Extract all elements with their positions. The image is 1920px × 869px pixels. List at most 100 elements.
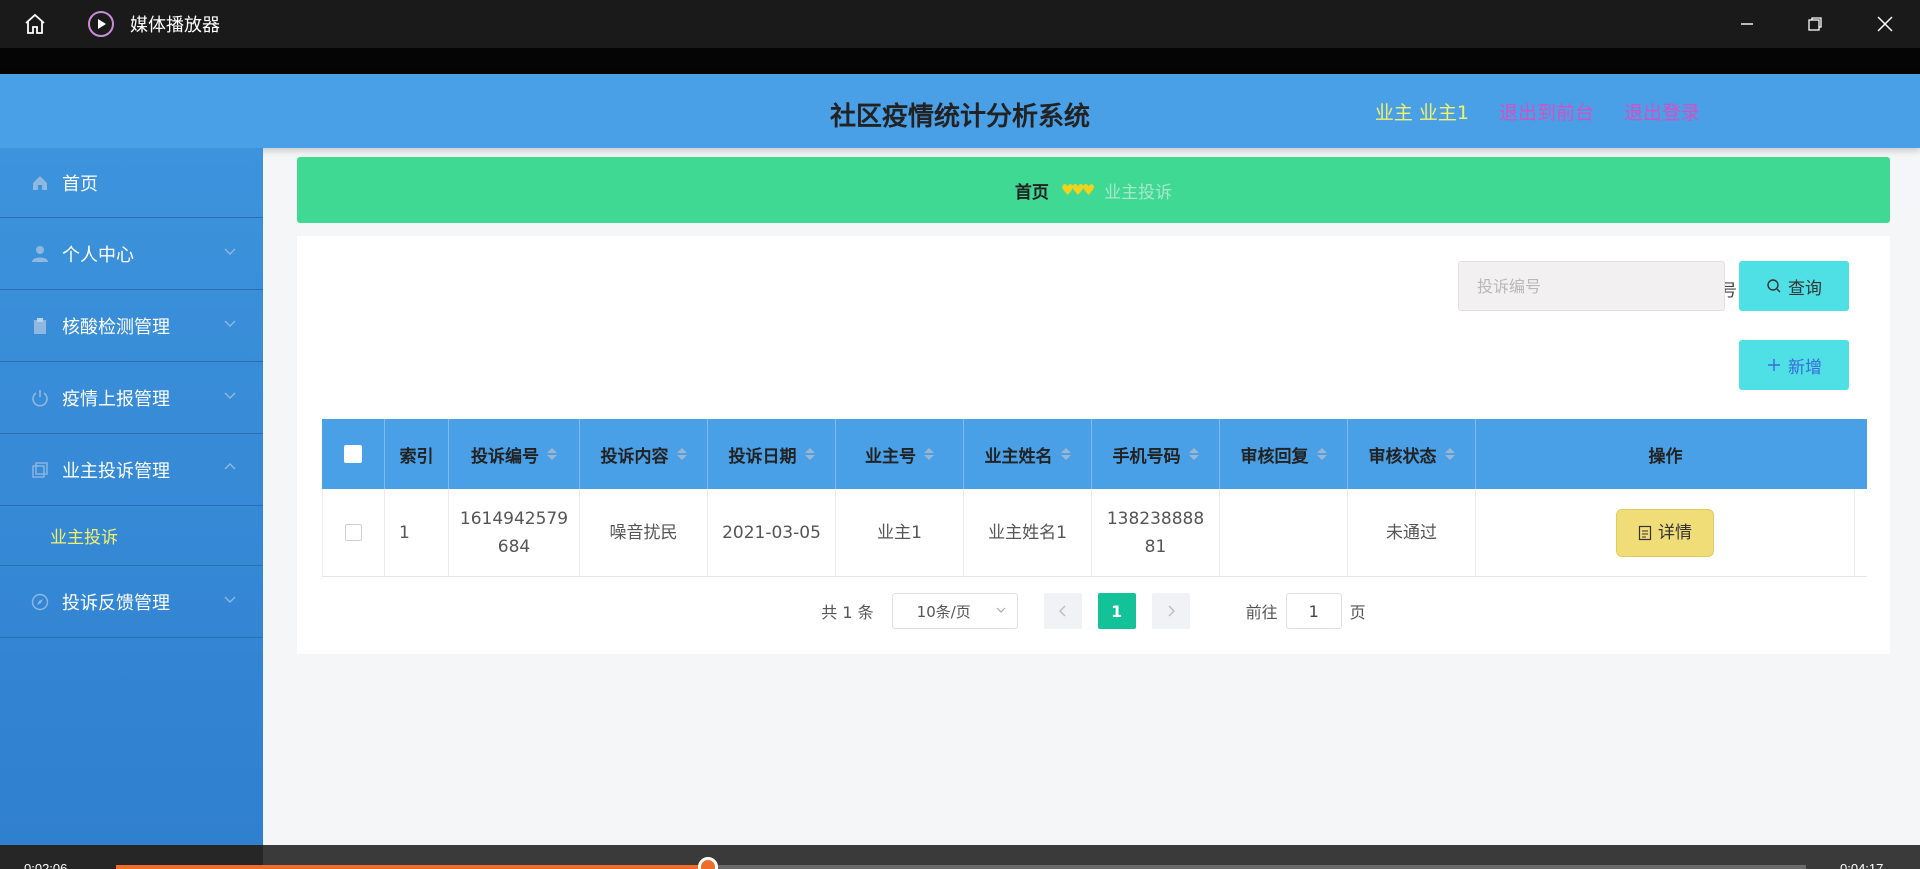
column-header[interactable]: 手机号码 [1092,419,1220,489]
sidebar-item-label: 业主投诉管理 [62,460,170,482]
search-input[interactable] [1458,261,1725,311]
breadcrumb-separator-icon: ♥♥♥ [1060,181,1095,199]
sidebar-item-label: 核酸检测管理 [62,316,170,338]
complaint-table: 索引 投诉编号 投诉内容 投诉日期 业主号 业主姓名 手机号码 审核回复 审核状… [322,419,1867,577]
sidebar-item-label: 个人中心 [62,244,134,266]
select-all-checkbox[interactable] [344,445,362,463]
column-header-label: 投诉内容 [600,446,669,467]
search-icon [1767,279,1781,293]
seek-bar-progress [116,865,708,869]
select-all-cell [322,419,385,489]
sort-icon[interactable] [1316,448,1327,460]
column-header: 操作 [1476,419,1855,489]
player-toolbar-strip [0,48,1920,74]
sort-icon[interactable] [1444,448,1455,460]
sidebar: 首页 个人中心 核酸检测管理 疫情上报管理 业主投诉管理 业主投诉 投诉反馈管理 [0,148,263,848]
goto-label: 前往 [1245,603,1278,622]
cell-text: 81 [1144,536,1167,557]
sidebar-subitem-owner-complaint[interactable]: 业主投诉 [0,506,263,566]
column-header[interactable]: 投诉编号 [449,419,580,489]
compass-icon [30,592,50,612]
cell-date: 2021-03-05 [708,489,836,576]
column-header-label: 手机号码 [1112,446,1181,467]
player-title-bar: 媒体播放器 [0,0,1920,48]
breadcrumb: 首页 ♥♥♥ 业主投诉 [297,157,1890,223]
sort-icon[interactable] [1060,448,1071,460]
clipboard-icon [30,316,50,336]
column-header[interactable]: 业主号 [836,419,964,489]
sidebar-item-complaint-feedback[interactable]: 投诉反馈管理 [0,566,263,638]
chevron-down-icon [224,392,236,399]
query-button[interactable]: 查询 [1739,261,1849,311]
column-header[interactable]: 投诉内容 [580,419,708,489]
exit-to-front-link[interactable]: 退出到前台 [1499,98,1594,125]
column-header[interactable]: 审核状态 [1348,419,1476,489]
cell-text: 1614942579 [459,508,569,529]
sort-icon[interactable] [547,448,557,460]
cell-reply [1220,489,1348,576]
table-header: 索引 投诉编号 投诉内容 投诉日期 业主号 业主姓名 手机号码 审核回复 审核状… [322,419,1867,489]
column-header-label: 审核回复 [1240,446,1309,467]
home-icon [30,173,50,193]
column-header-label: 索引 [399,446,434,467]
sidebar-item-complaint-management[interactable]: 业主投诉管理 [0,434,263,506]
chevron-down-icon [224,320,236,327]
chevron-left-icon [1058,605,1066,617]
chevron-up-icon [224,463,236,470]
sidebar-item-label: 投诉反馈管理 [62,592,170,614]
close-button[interactable] [1850,0,1920,48]
user-icon [30,244,50,264]
total-time: 0:04:17 [1840,861,1884,869]
column-header-label: 操作 [1648,446,1683,467]
sidebar-item-label: 疫情上报管理 [62,388,170,410]
column-header[interactable]: 投诉日期 [708,419,836,489]
column-header-label: 业主号 [865,446,916,467]
column-header[interactable]: 审核回复 [1220,419,1348,489]
sort-icon[interactable] [804,448,815,460]
column-header[interactable]: 业主姓名 [964,419,1092,489]
row-checkbox[interactable] [345,524,362,541]
sidebar-item-epidemic-report[interactable]: 疫情上报管理 [0,362,263,434]
goto-page: 前往 页 [1246,593,1366,629]
chevron-down-icon [996,607,1006,613]
breadcrumb-current: 业主投诉 [1104,182,1173,203]
page-size-value: 10条/页 [916,602,971,621]
breadcrumb-home[interactable]: 首页 [1015,178,1049,203]
add-button[interactable]: 新增 [1739,340,1849,390]
next-page-button[interactable] [1151,593,1190,629]
document-icon [1638,525,1652,540]
page-number-button[interactable]: 1 [1097,593,1136,629]
detail-button[interactable]: 详情 [1616,508,1714,557]
sidebar-item-home[interactable]: 首页 [0,148,263,218]
sort-icon[interactable] [1188,448,1199,460]
prev-page-button[interactable] [1043,593,1082,629]
restore-icon [1808,17,1822,31]
cell-status: 未通过 [1348,489,1476,576]
sidebar-item-personal-center[interactable]: 个人中心 [0,218,263,290]
copy-icon [30,460,50,480]
logout-link[interactable]: 退出登录 [1624,98,1700,125]
cell-index: 1 [385,489,449,576]
minimize-button[interactable] [1712,0,1782,48]
goto-page-input[interactable] [1285,593,1342,629]
elapsed-time: 0:02:06 [24,861,68,869]
page-unit-label: 页 [1349,603,1366,622]
player-home-button[interactable] [0,0,70,48]
content-panel: 投诉编号 查询 新增 索引 投诉编号 投诉内容 投诉日期 业主号 业主姓名 手机… [297,236,1890,654]
cell-text: 138238888 [1106,508,1205,529]
header-links: 业主 业主1 退出到前台 退出登录 [1375,98,1700,125]
query-button-label: 查询 [1788,278,1822,299]
cell-content: 噪音扰民 [580,489,708,576]
row-select-cell [322,489,385,576]
cell-complaint-no: 1614942579 684 [449,489,580,576]
column-header: 索引 [385,419,449,489]
sort-icon[interactable] [924,448,934,460]
chevron-right-icon [1168,605,1175,617]
sidebar-item-nucleic-test[interactable]: 核酸检测管理 [0,290,263,362]
cell-owner-name: 业主姓名1 [964,489,1092,576]
plus-icon [1768,359,1780,371]
page-size-select[interactable]: 10条/页 [891,593,1018,629]
column-header-label: 业主姓名 [984,446,1053,467]
sort-icon[interactable] [676,448,687,460]
restore-button[interactable] [1780,0,1850,48]
